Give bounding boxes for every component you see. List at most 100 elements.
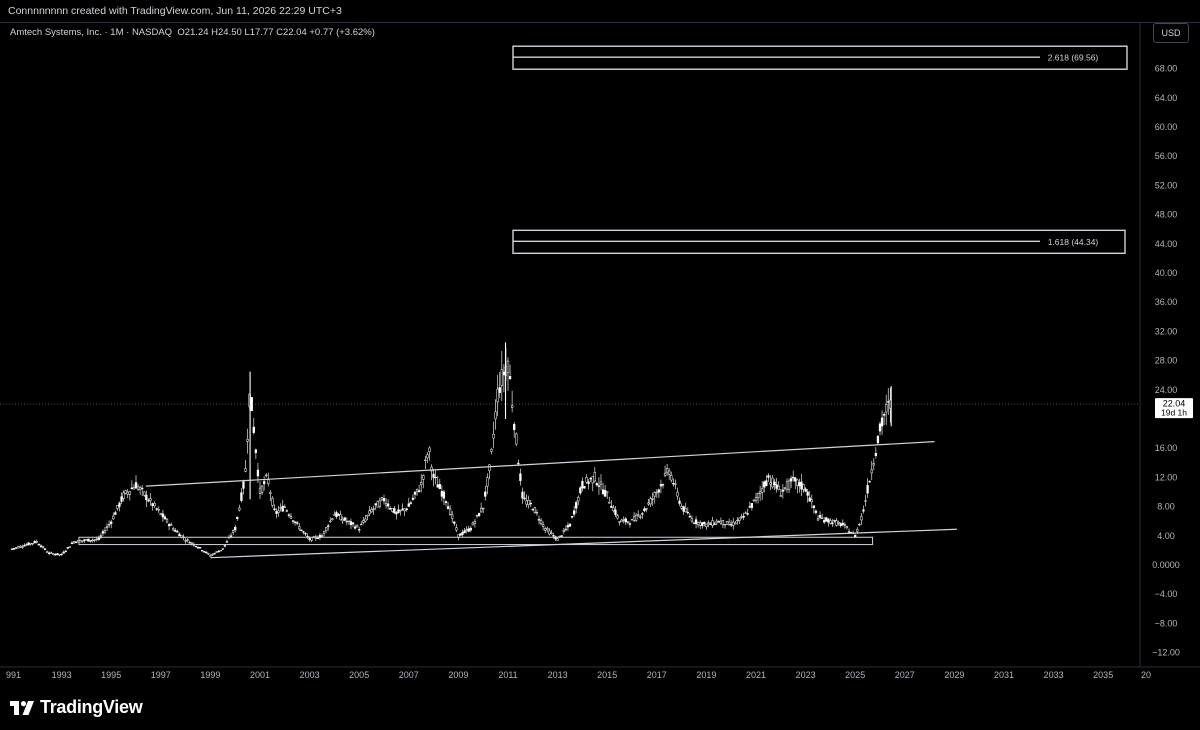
candle-body (835, 520, 838, 526)
candle-body (740, 516, 743, 518)
candle-body (110, 521, 113, 524)
candle-body (149, 498, 152, 502)
candle-body (279, 507, 282, 509)
candle-body (217, 550, 220, 553)
candle-body (502, 371, 506, 376)
candle-body (289, 516, 293, 519)
candle-body (461, 532, 464, 535)
candle-body (118, 502, 121, 507)
candle-body (575, 502, 578, 509)
candle-body (391, 507, 394, 512)
candle-body (878, 423, 882, 432)
candle-body (682, 506, 685, 512)
candle-body (517, 462, 520, 465)
candle-body (874, 453, 878, 456)
candle-body (258, 487, 262, 494)
candle-body (455, 527, 458, 531)
time-tick-label: 20 (1141, 670, 1151, 680)
candle-body (723, 524, 727, 526)
candle-body (779, 495, 782, 497)
candle-body (730, 524, 733, 526)
symbol-description[interactable]: Amtech Systems, Inc. · 1M · NASDAQ (10, 27, 172, 38)
candle-body (21, 546, 24, 548)
time-tick-label: 1993 (52, 670, 72, 680)
candle-body (531, 509, 534, 511)
candle-body (866, 485, 869, 494)
upper-trendline[interactable] (145, 441, 935, 487)
candle-body (527, 500, 530, 506)
candle-body (453, 521, 456, 524)
candle-body (748, 506, 751, 508)
candle-body (868, 481, 871, 483)
candle-body (510, 405, 514, 408)
candle-body (134, 482, 138, 489)
candle-body (665, 468, 669, 473)
candle-body (198, 547, 202, 549)
candle-body (335, 512, 338, 517)
price-chart[interactable]: 68.00 64.00 60.00 56.00 52.00 48.00 44.00 40.00… (0, 0, 1200, 688)
support-zone-rectangle[interactable] (78, 536, 874, 546)
candle-body (141, 487, 144, 490)
candle-body (72, 541, 76, 544)
candle-body (620, 519, 623, 522)
time-tick-label: 2019 (696, 670, 716, 680)
candle-body (734, 522, 737, 525)
candle-body (771, 477, 774, 488)
currency-button[interactable]: USD (1153, 23, 1189, 43)
time-tick-label: 2009 (448, 670, 468, 680)
candle-body (269, 492, 272, 495)
candle-body (215, 551, 218, 553)
time-tick-label: 2007 (399, 670, 419, 680)
candle-body (211, 553, 214, 556)
candle-body (831, 522, 834, 525)
candle-body (701, 522, 704, 527)
candle-body (880, 417, 884, 427)
time-tick-label: 2035 (1093, 670, 1113, 680)
price-tick-label: 28.00 (1155, 356, 1178, 366)
candle-body (333, 514, 336, 516)
time-tick-label: 2003 (300, 670, 320, 680)
time-tick-label: 2017 (647, 670, 667, 680)
candle-body (668, 470, 671, 475)
candle-body (157, 509, 160, 511)
candle-body (252, 426, 255, 433)
candle-body (761, 488, 764, 493)
fib-level-label: 1.618 (44.34) (1048, 237, 1099, 247)
candle-body (174, 529, 177, 532)
candle-body (360, 523, 363, 526)
candle-body (39, 545, 43, 547)
candle-body (639, 516, 642, 518)
candle-body (422, 475, 425, 480)
candle-body (132, 487, 136, 490)
time-tick-label: 2011 (498, 670, 517, 680)
candle-body (351, 522, 355, 525)
candle-body (765, 480, 768, 486)
candle-body (407, 503, 410, 507)
candle-body (120, 496, 123, 502)
candle-body (240, 492, 243, 501)
candle-body (310, 537, 313, 541)
candle-body (523, 497, 526, 500)
candle-body (804, 488, 807, 492)
candle-body (103, 530, 107, 533)
candle-body (43, 548, 47, 550)
tradingview-logo[interactable]: TradingView (10, 697, 143, 718)
candle-body (649, 498, 652, 505)
candle-body (271, 498, 274, 506)
candle-body (128, 491, 131, 495)
candle-body (558, 535, 561, 538)
candle-body (806, 491, 809, 496)
symbol-legend[interactable]: Amtech Systems, Inc. · 1M · NASDAQ O21.2… (10, 27, 375, 38)
candle-body (428, 447, 431, 452)
candle-body (492, 433, 495, 439)
candle-body (798, 482, 801, 487)
lower-trendline[interactable] (210, 528, 957, 559)
candle-body (825, 517, 828, 522)
candle-body (754, 497, 758, 501)
candle-body (833, 520, 836, 522)
bar-countdown: 19d 1h (1161, 408, 1187, 418)
candle-body (136, 486, 140, 490)
candle-body (281, 505, 284, 512)
candle-body (746, 513, 749, 515)
candle-body (539, 520, 543, 525)
